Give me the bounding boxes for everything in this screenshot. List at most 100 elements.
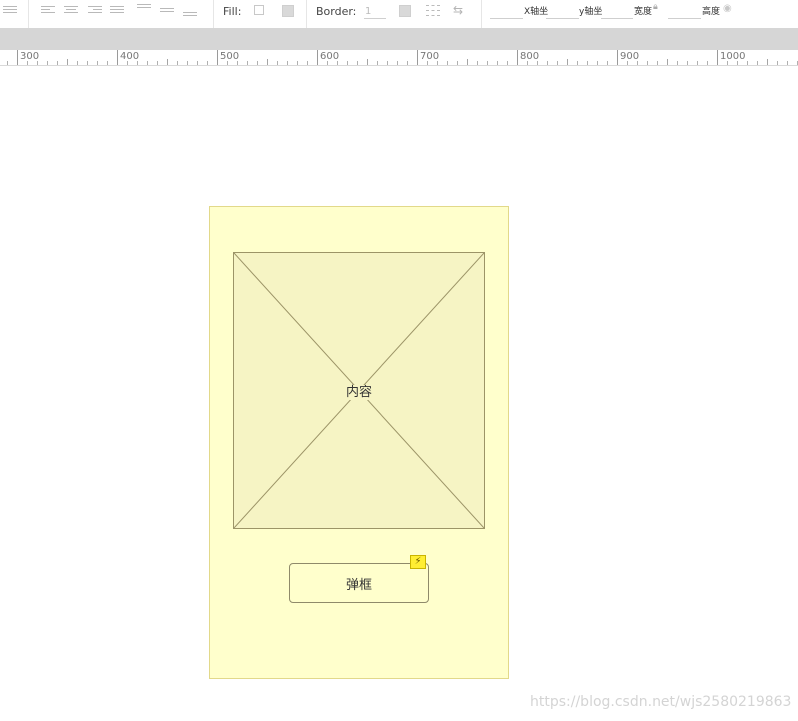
toolbar-band	[0, 28, 798, 50]
ruler-minor-tick	[97, 61, 98, 65]
ruler-major-tick	[717, 50, 718, 65]
ruler-minor-tick	[547, 61, 548, 65]
ruler-minor-tick	[687, 61, 688, 65]
ruler-minor-tick	[197, 61, 198, 65]
ruler-minor-tick	[597, 61, 598, 65]
ruler-minor-tick	[497, 61, 498, 65]
ruler-minor-tick	[167, 59, 168, 65]
align-bottom-icon[interactable]	[183, 12, 197, 22]
ruler-minor-tick	[57, 61, 58, 65]
ruler-label: 300	[20, 51, 40, 62]
ruler-minor-tick	[577, 61, 578, 65]
y-coordinate-label: y轴坐	[579, 7, 603, 17]
fill-color-swatch[interactable]	[254, 5, 264, 15]
lock-aspect-icon[interactable]: 🔒︎	[653, 2, 658, 12]
toolbar-divider	[481, 0, 482, 28]
width-label: 宽度	[634, 7, 653, 17]
ruler-minor-tick	[697, 61, 698, 65]
ruler-minor-tick	[707, 61, 708, 65]
height-label: 高度	[702, 7, 721, 17]
ruler-minor-tick	[347, 61, 348, 65]
ruler-minor-tick	[187, 61, 188, 65]
align-top-icon[interactable]	[137, 4, 151, 14]
ruler-minor-tick	[367, 59, 368, 65]
y-coordinate-input[interactable]	[546, 4, 579, 19]
ruler-minor-tick	[607, 61, 608, 65]
toolbar: Fill: Border: ⇆ X轴坐 y轴坐 宽度 🔒︎ 高度 ◉	[0, 0, 798, 28]
ruler-major-tick	[417, 50, 418, 65]
ruler-minor-tick	[777, 61, 778, 65]
height-input[interactable]	[668, 4, 701, 19]
x-coordinate-input[interactable]	[490, 4, 523, 19]
ruler-minor-tick	[477, 61, 478, 65]
ruler-major-tick	[617, 50, 618, 65]
ruler-minor-tick	[297, 61, 298, 65]
ruler-major-tick	[317, 50, 318, 65]
align-right-icon[interactable]	[88, 6, 102, 16]
ruler-minor-tick	[587, 61, 588, 65]
ruler-minor-tick	[247, 61, 248, 65]
ruler-label: 1000	[720, 51, 746, 62]
x-coordinate-label: X轴坐	[524, 7, 549, 17]
ruler-label: 600	[320, 51, 340, 62]
ruler-minor-tick	[257, 61, 258, 65]
popup-button[interactable]: 弹框	[289, 563, 429, 603]
ruler-minor-tick	[767, 59, 768, 65]
ruler-minor-tick	[747, 61, 748, 65]
ruler-minor-tick	[407, 61, 408, 65]
ruler-minor-tick	[47, 61, 48, 65]
ruler-minor-tick	[487, 61, 488, 65]
align-left-icon[interactable]	[41, 6, 55, 16]
ruler-minor-tick	[357, 61, 358, 65]
ruler-label: 700	[420, 51, 440, 62]
ruler-minor-tick	[667, 59, 668, 65]
ruler-minor-tick	[787, 61, 788, 65]
ruler-minor-tick	[557, 61, 558, 65]
ruler-minor-tick	[157, 61, 158, 65]
width-input[interactable]	[601, 4, 633, 19]
border-width-input[interactable]	[364, 4, 386, 19]
border-color-icon[interactable]	[399, 5, 411, 17]
ruler-minor-tick	[647, 61, 648, 65]
ruler-minor-tick	[107, 61, 108, 65]
border-label: Border:	[316, 5, 357, 18]
ruler-minor-tick	[677, 61, 678, 65]
ruler-major-tick	[517, 50, 518, 65]
swap-arrows-icon[interactable]: ⇆	[453, 3, 463, 17]
visibility-eye-icon[interactable]: ◉	[723, 3, 732, 14]
ruler-minor-tick	[177, 61, 178, 65]
toolbar-divider	[213, 0, 214, 28]
ruler-minor-tick	[277, 61, 278, 65]
ruler-label: 900	[620, 51, 640, 62]
image-placeholder[interactable]: 内容	[233, 252, 485, 529]
ruler-major-tick	[117, 50, 118, 65]
ruler-minor-tick	[287, 61, 288, 65]
align-middle-icon[interactable]	[160, 8, 174, 18]
ruler-minor-tick	[567, 59, 568, 65]
toolbar-divider	[28, 0, 29, 28]
ruler-minor-tick	[757, 61, 758, 65]
bullet-list-icon[interactable]	[3, 6, 17, 16]
ruler-minor-tick	[467, 59, 468, 65]
ruler-minor-tick	[387, 61, 388, 65]
ruler-minor-tick	[397, 61, 398, 65]
fill-style-icon[interactable]	[282, 5, 294, 17]
ruler-minor-tick	[507, 61, 508, 65]
ruler-minor-tick	[267, 59, 268, 65]
placeholder-label-wrap: 内容	[234, 381, 484, 400]
ruler-minor-tick	[377, 61, 378, 65]
ruler-minor-tick	[77, 61, 78, 65]
ruler-major-tick	[17, 50, 18, 65]
align-center-icon[interactable]	[64, 6, 78, 16]
ruler-minor-tick	[457, 61, 458, 65]
fill-label: Fill:	[223, 5, 242, 18]
ruler-minor-tick	[307, 61, 308, 65]
lightning-icon: ⚡	[410, 555, 426, 569]
horizontal-ruler: 300 400 500 600 700 800 900 1000	[0, 50, 798, 66]
ruler-label: 400	[120, 51, 140, 62]
toolbar-divider	[306, 0, 307, 28]
ruler-minor-tick	[147, 61, 148, 65]
ruler-minor-tick	[657, 61, 658, 65]
align-justify-icon[interactable]	[110, 6, 124, 16]
border-style-icon[interactable]	[426, 5, 440, 17]
